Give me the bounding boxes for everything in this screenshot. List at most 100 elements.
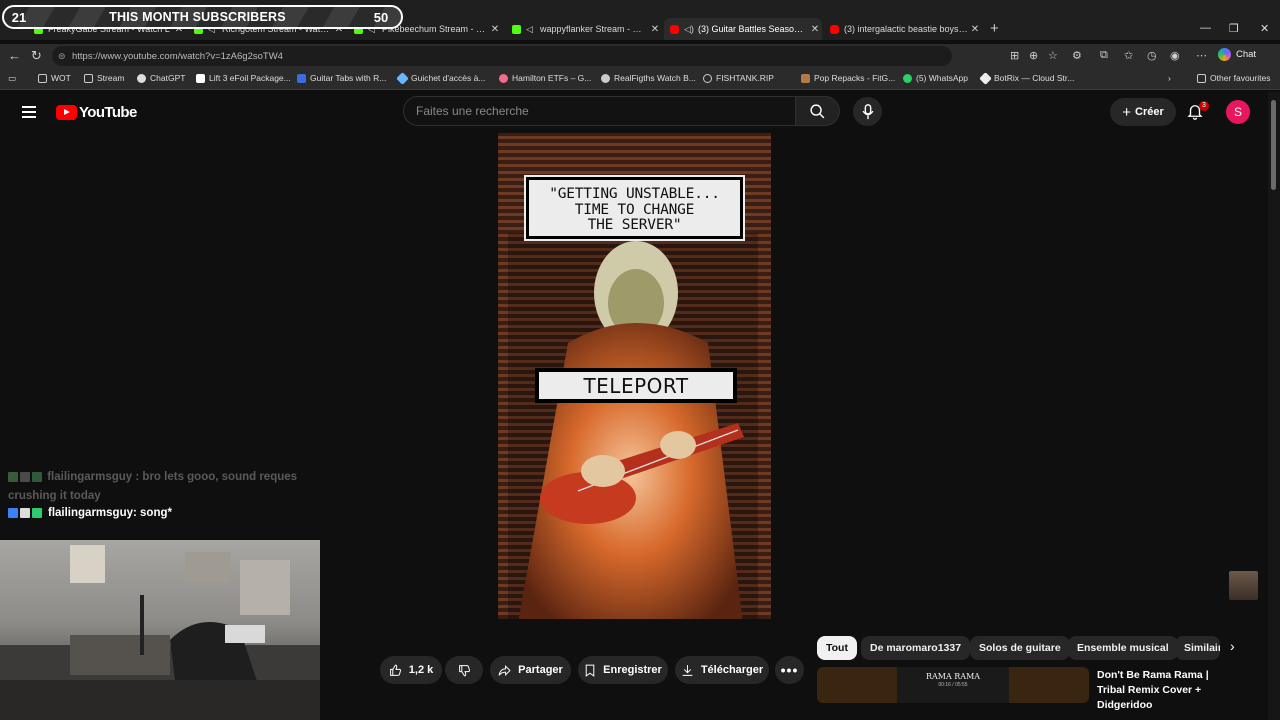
favorite-star-icon[interactable]: ☆ (1048, 49, 1058, 62)
bookmark-guitar-tabs[interactable]: Guitar Tabs with R... (297, 73, 386, 83)
bookmark-hamilton[interactable]: Hamilton ETFs – G... (499, 73, 591, 83)
chat-message: flailingarmsguy : song* (8, 507, 172, 519)
bookmark-fishtank[interactable]: FISHTANK.RIP (703, 73, 774, 83)
close-icon[interactable]: ✕ (808, 24, 822, 35)
share-label: Partager (518, 664, 563, 676)
bookmark-pop-repacks[interactable]: Pop Repacks - FitG... (801, 73, 895, 83)
speaker-icon[interactable]: ◁) (684, 24, 694, 35)
menu-icon[interactable] (22, 106, 36, 118)
tab-intergalactic[interactable]: (3) intergalactic beastie boys - You ✕ (824, 18, 982, 40)
search-button[interactable] (796, 96, 840, 126)
copilot-icon (1218, 48, 1231, 61)
chip-all[interactable]: Tout (817, 636, 857, 660)
lift-icon (196, 73, 205, 83)
copilot-label: Chat (1236, 49, 1257, 60)
bookmark-realfights[interactable]: RealFigths Watch B... (601, 73, 696, 83)
create-button[interactable]: + Créer (1110, 98, 1176, 126)
bookmarks-menu-icon[interactable]: ▭ (8, 73, 16, 84)
botrix-icon (979, 71, 992, 85)
close-icon[interactable]: ✕ (488, 24, 502, 35)
download-button[interactable]: Télécharger (675, 656, 769, 684)
address-field[interactable]: ⊜ https://www.youtube.com/watch?v=1zA6g2… (52, 46, 952, 66)
bookmark-label: Lift 3 eFoil Package... (209, 73, 291, 83)
chip-label: Solos de guitare (979, 642, 1061, 654)
dislike-button[interactable] (445, 656, 483, 684)
guichet-icon (396, 71, 409, 85)
address-toolbar: ← ↻ ⊜ https://www.youtube.com/watch?v=1z… (0, 44, 1280, 68)
recommendation-thumbnail[interactable]: RAMA RAMA 00:16 / 05:55 (817, 667, 1089, 703)
wordpress-icon (601, 73, 610, 83)
zoom-icon[interactable]: ⊕ (1029, 49, 1038, 62)
chip-label: Similaire (1184, 642, 1220, 654)
badge-icon (32, 508, 42, 518)
bookmark-label: WOT (51, 73, 71, 83)
split-screen-icon[interactable]: ⧉ (1100, 49, 1108, 62)
restore-icon[interactable]: ❐ (1229, 22, 1239, 35)
bookmark-botrix[interactable]: BotRix — Cloud Str... (979, 71, 1074, 85)
badge-icon (32, 471, 42, 482)
youtube-icon (830, 24, 839, 34)
close-icon[interactable]: ✕ (648, 24, 662, 35)
bookmark-stream[interactable]: Stream (84, 73, 124, 83)
recommendation-title[interactable]: Don't Be Rama Rama | Tribal Remix Cover … (1097, 668, 1237, 713)
favorites-icon[interactable]: ✩ (1124, 49, 1133, 62)
other-favourites[interactable]: Other favourites (1197, 73, 1270, 83)
bookmark-wot[interactable]: WOT (38, 73, 71, 83)
youtube-logo[interactable]: YouTube (56, 104, 137, 121)
speaker-muted-icon[interactable]: ◁ (526, 24, 536, 35)
subscriber-goal-target: 50 (373, 9, 389, 25)
avatar[interactable]: S (1226, 100, 1250, 124)
search-input[interactable]: Faites une recherche (403, 96, 796, 126)
tab-guitar-battles[interactable]: ◁) (3) Guitar Battles Season 1 - F ✕ (664, 18, 822, 40)
chip-musical-ensemble[interactable]: Ensemble musical (1068, 636, 1178, 660)
share-icon (498, 664, 511, 676)
url-text: https://www.youtube.com/watch?v=1zA6g2so… (72, 50, 283, 62)
bookmark-guichet[interactable]: Guichet d'accès à... (396, 71, 485, 85)
video-caption-teleport: TELEPORT (535, 368, 737, 403)
tab-wappyflanker[interactable]: ◁ wappyflanker Stream - Watch ✕ (506, 18, 662, 40)
like-button[interactable]: 1,2 k (380, 656, 442, 684)
bookmark-label: Hamilton ETFs – G... (512, 73, 592, 83)
back-icon[interactable]: ← (8, 48, 21, 63)
profile-icon[interactable]: ◉ (1170, 49, 1180, 62)
bookmarks-overflow-icon[interactable]: › (1168, 73, 1171, 83)
save-button[interactable]: Enregistrer (578, 656, 668, 684)
subscriber-count-left: 21 (11, 9, 27, 25)
page-scrollbar[interactable] (1268, 92, 1280, 720)
copilot-chat-button[interactable]: Chat (1218, 48, 1256, 61)
chip-from-channel[interactable]: De maromaro1337 (861, 636, 971, 660)
youtube-play-icon (56, 105, 77, 120)
share-button[interactable]: Partager (490, 656, 571, 684)
thumbs-down-icon (458, 664, 470, 676)
voice-search-button[interactable] (853, 97, 882, 126)
history-icon[interactable]: ◷ (1147, 49, 1157, 62)
extensions-icon[interactable]: ⚙ (1072, 49, 1082, 62)
close-window-icon[interactable]: ✕ (1260, 22, 1269, 35)
bookmark-chatgpt[interactable]: ChatGPT (137, 73, 185, 83)
more-actions-button[interactable]: ••• (775, 656, 804, 684)
bookmark-lift[interactable]: Lift 3 eFoil Package... (196, 73, 291, 83)
chip-similar[interactable]: Similaire (1175, 636, 1220, 660)
close-icon[interactable]: ✕ (968, 24, 982, 35)
video-player[interactable]: "GETTING UNSTABLE... TIME TO CHANGE THE … (498, 133, 771, 619)
chip-guitar-solos[interactable]: Solos de guitare (970, 636, 1070, 660)
more-icon[interactable]: ⋯ (1196, 49, 1207, 62)
site-info-icon[interactable]: ⊜ (58, 51, 66, 62)
new-tab-button[interactable]: + (990, 20, 999, 37)
badge-icon (20, 508, 30, 518)
chevron-right-icon[interactable]: › (1230, 638, 1235, 654)
reload-icon[interactable]: ↻ (31, 48, 42, 64)
subscriber-goal-title: THIS MONTH SUBSCRIBERS (109, 10, 286, 24)
plus-icon: + (1122, 103, 1131, 121)
like-count: 1,2 k (408, 664, 434, 676)
minimize-icon[interactable]: — (1200, 22, 1211, 34)
folder-icon (1197, 73, 1206, 83)
bookmark-whatsapp[interactable]: (5) WhatsApp (903, 73, 968, 83)
tab-title: (3) intergalactic beastie boys - You (844, 24, 968, 34)
app-icon[interactable]: ⊞ (1010, 49, 1019, 62)
youtube-header: YouTube Faites une recherche + Créer 3 S (0, 90, 1268, 134)
more-icon: ••• (780, 662, 799, 678)
corner-avatar-image (1229, 571, 1258, 600)
scrollbar-thumb[interactable] (1271, 100, 1276, 190)
whatsapp-icon (903, 73, 912, 83)
